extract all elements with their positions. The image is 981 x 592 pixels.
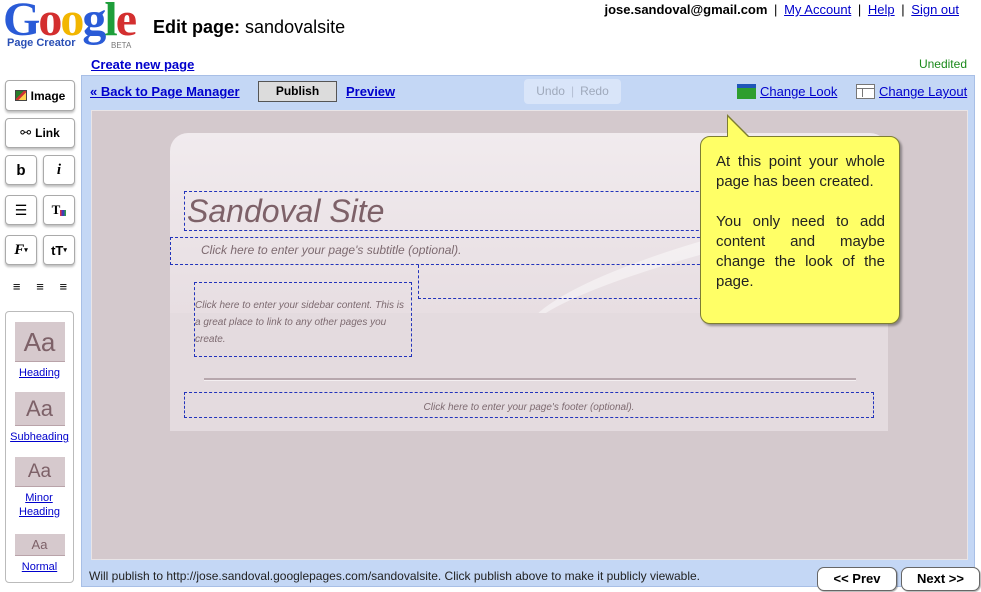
style-heading-label[interactable]: Heading <box>6 366 73 380</box>
my-account-link[interactable]: My Account <box>784 2 851 17</box>
separator: | <box>857 2 862 17</box>
change-look-link[interactable]: Change Look <box>760 84 837 99</box>
footer-field[interactable]: Click here to enter your page's footer (… <box>184 392 874 418</box>
image-icon <box>14 90 27 101</box>
font-size-icon: tT <box>51 242 64 258</box>
separator: | <box>774 2 778 17</box>
edit-status: Unedited <box>918 57 967 71</box>
style-heading[interactable]: Aa Heading <box>6 322 73 380</box>
publish-button[interactable]: Publish <box>258 81 337 102</box>
divider <box>204 378 856 381</box>
style-heading-sample: Aa <box>14 322 65 362</box>
help-link[interactable]: Help <box>868 2 895 17</box>
google-page-creator-logo: Google Page Creator BETA <box>3 0 145 52</box>
link-icon: ⚯ <box>20 125 32 140</box>
account-bar: jose.sandoval@gmail.com | My Account | H… <box>604 2 959 17</box>
insert-image-label: Image <box>30 88 66 103</box>
logo-subtitle: Page Creator <box>7 37 76 49</box>
preview-link[interactable]: Preview <box>346 84 395 99</box>
prev-button[interactable]: << Prev <box>817 567 897 591</box>
style-minor-heading-sample: Aa <box>14 457 65 487</box>
publish-status-text: Will publish to http://jose.sandoval.goo… <box>89 569 700 583</box>
site-title-field[interactable]: Sandoval Site <box>184 191 744 231</box>
page-title: Edit page: sandovalsite <box>153 17 345 38</box>
bold-icon: b <box>16 161 26 179</box>
bulleted-list-icon: ☰ <box>14 201 28 218</box>
text-styles-panel: Aa Heading Aa Subheading Aa Minor Headin… <box>5 311 74 583</box>
font-family-icon: F <box>14 241 25 258</box>
style-subheading[interactable]: Aa Subheading <box>6 392 73 444</box>
tutorial-callout: At this point your whole page has been c… <box>700 136 900 324</box>
sign-out-link[interactable]: Sign out <box>911 2 959 17</box>
bulleted-list-button[interactable]: ☰ <box>5 195 37 225</box>
style-subheading-sample: Aa <box>14 392 65 426</box>
chevron-down-icon: ▾ <box>63 247 67 254</box>
italic-icon: i <box>56 161 62 178</box>
sidebar-field[interactable]: Click here to enter your sidebar content… <box>194 282 412 357</box>
separator: | <box>570 84 575 98</box>
subtitle-field[interactable]: Click here to enter your page's subtitle… <box>170 237 730 265</box>
insert-image-button[interactable]: Image <box>5 80 75 111</box>
align-right-icon[interactable]: ≡ <box>60 279 68 294</box>
redo-button[interactable]: Redo <box>580 84 609 98</box>
change-look-control[interactable]: Change Look <box>737 84 837 99</box>
chevron-down-icon: ▾ <box>24 247 28 254</box>
separator: | <box>901 2 905 17</box>
undo-button[interactable]: Undo <box>536 84 565 98</box>
text-color-icon: T <box>52 202 67 218</box>
style-minor-heading-label[interactable]: Minor Heading <box>19 491 60 519</box>
logo-letter: e <box>115 0 137 46</box>
font-family-button[interactable]: F ▾ <box>5 235 37 265</box>
logo-wordmark: Google <box>3 0 137 44</box>
font-size-button[interactable]: tT ▾ <box>43 235 75 265</box>
insert-link-button[interactable]: ⚯ Link <box>5 118 75 148</box>
change-look-icon <box>737 84 756 99</box>
logo-letter: g <box>82 0 106 46</box>
change-layout-link[interactable]: Change Layout <box>879 84 967 99</box>
back-to-page-manager-link[interactable]: « Back to Page Manager <box>90 84 240 99</box>
align-center-icon[interactable]: ≡ <box>36 279 44 294</box>
style-normal-label[interactable]: Normal <box>6 560 73 574</box>
callout-text-2: You only need to add content and maybe c… <box>716 213 885 290</box>
insert-link-label: Link <box>35 126 60 140</box>
page-canvas: Sandoval Site Click here to enter your p… <box>91 110 968 560</box>
style-normal-sample: Aa <box>14 534 65 556</box>
create-new-page-link[interactable]: Create new page <box>91 57 194 72</box>
logo-letter: l <box>104 0 117 46</box>
callout-text-1: At this point your whole page has been c… <box>716 153 885 190</box>
page-title-site-name: sandovalsite <box>245 17 346 37</box>
user-email: jose.sandoval@gmail.com <box>604 2 768 17</box>
alignment-group: ≡ ≡ ≡ <box>5 275 75 297</box>
style-subheading-label[interactable]: Subheading <box>6 430 73 444</box>
style-normal[interactable]: Aa Normal <box>6 534 73 574</box>
style-minor-heading[interactable]: Aa Minor Heading <box>6 457 73 519</box>
callout-pointer-fill <box>728 117 749 138</box>
change-layout-control[interactable]: Change Layout <box>856 84 967 99</box>
italic-button[interactable]: i <box>43 155 75 185</box>
undo-redo-group: Undo | Redo <box>524 79 621 104</box>
bold-button[interactable]: b <box>5 155 37 185</box>
align-left-icon[interactable]: ≡ <box>13 279 21 294</box>
page-title-prefix: Edit page: <box>153 17 241 37</box>
text-color-button[interactable]: T <box>43 195 75 225</box>
change-layout-icon <box>856 84 875 99</box>
editor-frame: « Back to Page Manager Publish Preview U… <box>81 75 975 587</box>
logo-beta-tag: BETA <box>111 41 132 50</box>
editor-toolbar: « Back to Page Manager Publish Preview U… <box>82 76 974 108</box>
next-button[interactable]: Next >> <box>901 567 980 591</box>
